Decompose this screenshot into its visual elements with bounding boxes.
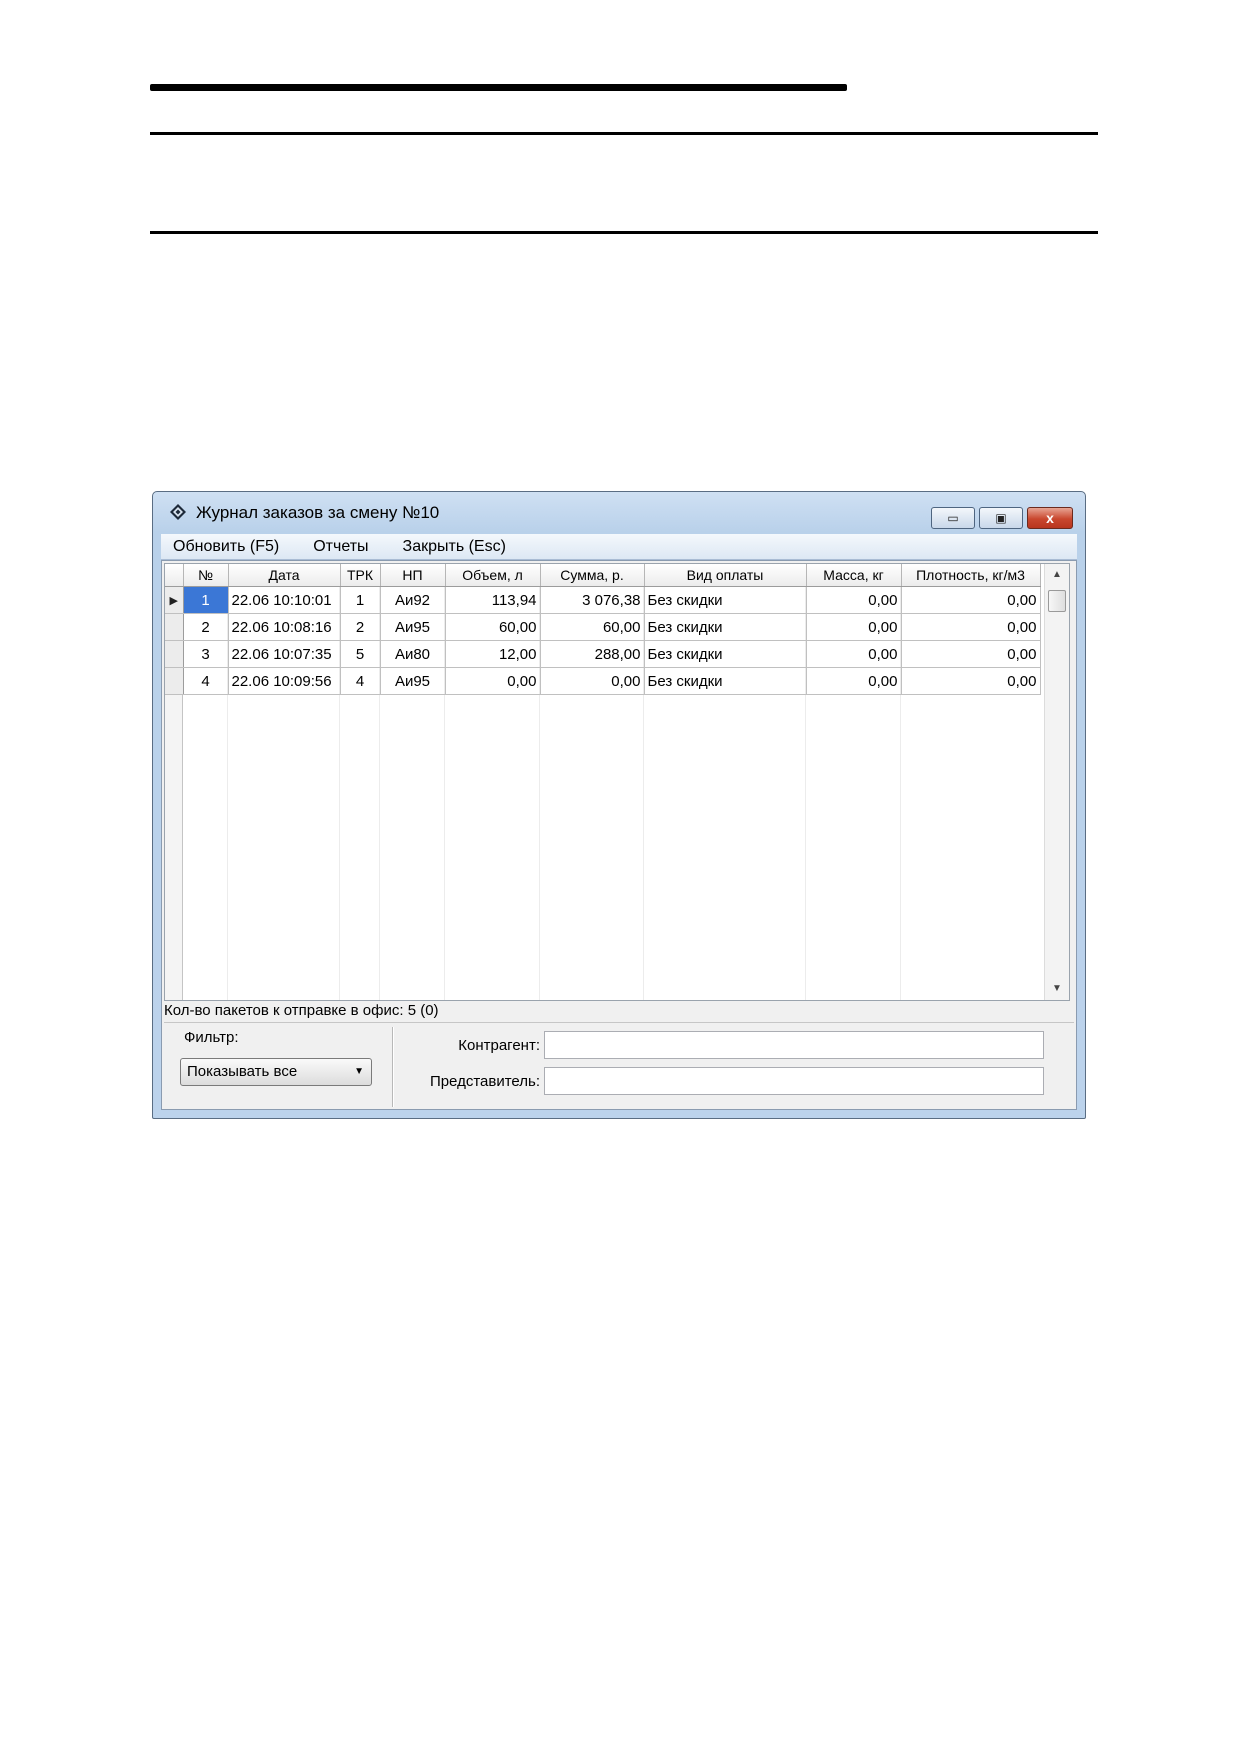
cell-sum[interactable]: 3 076,38 [540,586,645,614]
cell-payment-type[interactable]: Без скидки [644,613,807,641]
cell-number[interactable]: 2 [183,613,229,641]
column-header-volume[interactable]: Объем, л [445,564,541,587]
orders-table: № Дата ТРК НП Объем, л Сумма, р. Вид опл… [165,564,1041,695]
maximize-icon: ▣ [995,511,1007,525]
row-indicator-icon[interactable]: ▶ [165,586,184,614]
counterparty-label: Контрагент: [458,1037,540,1054]
table-row[interactable]: 3 22.06 10:07:35 5 Аи80 12,00 288,00 Без… [165,640,1041,668]
cell-density[interactable]: 0,00 [901,640,1041,668]
table-row[interactable]: 2 22.06 10:08:16 2 Аи95 60,00 60,00 Без … [165,613,1041,641]
cell-pump[interactable]: 5 [340,640,381,668]
orders-grid[interactable]: № Дата ТРК НП Объем, л Сумма, р. Вид опл… [164,563,1070,1001]
grid-header-corner [165,564,184,587]
packets-status-text: Кол-во пакетов к отправке в офис: 5 (0) [164,1002,439,1019]
table-row[interactable]: ▶ 1 22.06 10:10:01 1 Аи92 113,94 3 076,3… [165,586,1041,614]
cell-density[interactable]: 0,00 [901,667,1041,695]
row-indicator[interactable] [165,613,184,641]
cell-sum[interactable]: 288,00 [540,640,645,668]
cell-fuel[interactable]: Аи95 [380,613,446,641]
client-area: № Дата ТРК НП Объем, л Сумма, р. Вид опл… [161,560,1077,1110]
representative-label: Представитель: [429,1073,540,1090]
cell-pump[interactable]: 4 [340,667,381,695]
column-header-date[interactable]: Дата [228,564,341,587]
counterparty-field[interactable] [544,1031,1044,1059]
column-header-mass[interactable]: Масса, кг [806,564,902,587]
table-row[interactable]: 4 22.06 10:09:56 4 Аи95 0,00 0,00 Без ск… [165,667,1041,695]
column-header-density[interactable]: Плотность, кг/м3 [901,564,1041,587]
app-diamond-icon [170,504,186,520]
grid-header-row: № Дата ТРК НП Объем, л Сумма, р. Вид опл… [165,564,1041,587]
cell-volume[interactable]: 60,00 [445,613,541,641]
cell-payment-type[interactable]: Без скидки [644,586,807,614]
scroll-down-arrow-icon[interactable]: ▼ [1045,980,1069,998]
filter-selected-value: Показывать все [187,1063,298,1080]
column-header-number[interactable]: № [183,564,229,587]
cell-number[interactable]: 1 [183,586,229,614]
orders-journal-window: Журнал заказов за смену №10 ▭ ▣ x Обнови… [152,491,1086,1119]
cell-number[interactable]: 4 [183,667,229,695]
row-indicator[interactable] [165,667,184,695]
grid-vertical-scrollbar[interactable]: ▲ ▼ [1044,564,1069,1000]
menu-item-refresh[interactable]: Обновить (F5) [173,538,279,556]
scroll-thumb[interactable] [1048,590,1066,612]
cell-density[interactable]: 0,00 [901,586,1041,614]
header-rule-bottom [150,231,1098,234]
cell-number[interactable]: 3 [183,640,229,668]
column-header-sum[interactable]: Сумма, р. [540,564,645,587]
top-heavy-rule [150,84,847,91]
window-title: Журнал заказов за смену №10 [196,503,440,522]
cell-volume[interactable]: 113,94 [445,586,541,614]
cell-payment-type[interactable]: Без скидки [644,640,807,668]
scroll-up-arrow-icon[interactable]: ▲ [1045,566,1069,584]
cell-mass[interactable]: 0,00 [806,667,902,695]
minimize-icon: ▭ [947,511,959,525]
filter-panel: Фильтр: Показывать все ▼ Контрагент: Пре… [164,1022,1074,1107]
column-header-pump[interactable]: ТРК [340,564,381,587]
cell-date[interactable]: 22.06 10:10:01 [228,586,341,614]
cell-payment-type[interactable]: Без скидки [644,667,807,695]
minimize-button[interactable]: ▭ [931,507,975,529]
cell-pump[interactable]: 1 [340,586,381,614]
maximize-button[interactable]: ▣ [979,507,1023,529]
close-button[interactable]: x [1027,507,1073,529]
column-header-fuel[interactable]: НП [380,564,446,587]
cell-fuel[interactable]: Аи95 [380,667,446,695]
cell-mass[interactable]: 0,00 [806,613,902,641]
cell-date[interactable]: 22.06 10:08:16 [228,613,341,641]
title-bar[interactable]: Журнал заказов за смену №10 ▭ ▣ x [153,492,1085,532]
cell-date[interactable]: 22.06 10:07:35 [228,640,341,668]
cell-date[interactable]: 22.06 10:09:56 [228,667,341,695]
cell-volume[interactable]: 0,00 [445,667,541,695]
cell-pump[interactable]: 2 [340,613,381,641]
cell-fuel[interactable]: Аи80 [380,640,446,668]
cell-volume[interactable]: 12,00 [445,640,541,668]
cell-mass[interactable]: 0,00 [806,640,902,668]
menu-item-close[interactable]: Закрыть (Esc) [403,538,506,556]
header-rule-top [150,132,1098,135]
cell-density[interactable]: 0,00 [901,613,1041,641]
column-header-payment-type[interactable]: Вид оплаты [644,564,807,587]
menu-item-reports[interactable]: Отчеты [313,538,368,556]
cell-mass[interactable]: 0,00 [806,586,902,614]
chevron-down-icon[interactable]: ▼ [354,1059,364,1085]
panel-divider [392,1027,394,1107]
cell-fuel[interactable]: Аи92 [380,586,446,614]
row-indicator[interactable] [165,640,184,668]
filter-combobox[interactable]: Показывать все ▼ [180,1058,372,1086]
filter-label: Фильтр: [184,1029,239,1046]
cell-sum[interactable]: 60,00 [540,613,645,641]
menu-bar: Обновить (F5) Отчеты Закрыть (Esc) [161,534,1077,560]
close-icon: x [1046,510,1054,526]
cell-sum[interactable]: 0,00 [540,667,645,695]
representative-field[interactable] [544,1067,1044,1095]
